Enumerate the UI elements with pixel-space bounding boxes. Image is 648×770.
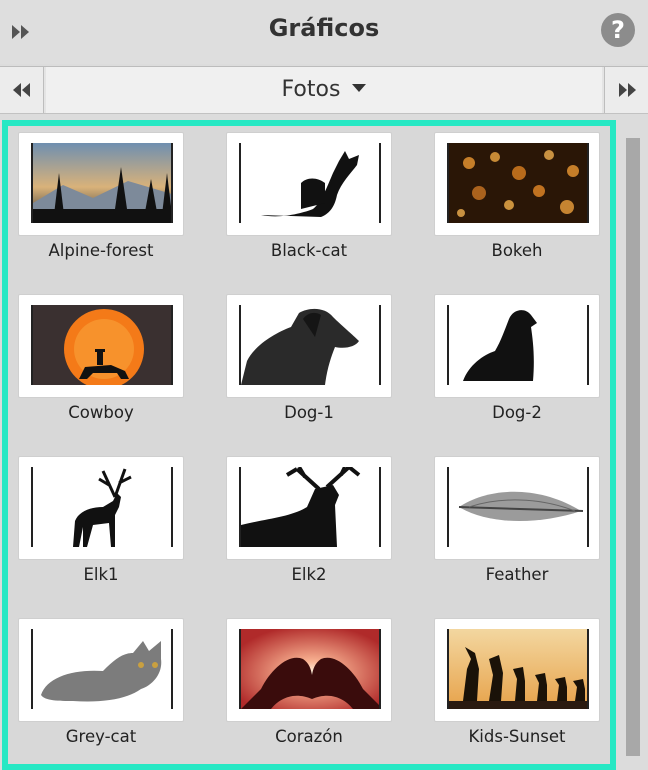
label-kids-sunset: Kids-Sunset: [468, 727, 566, 746]
thumbnail-dog-1[interactable]: [226, 294, 392, 398]
thumbnail-elk1[interactable]: [18, 456, 184, 560]
double-arrow-left-icon: [13, 83, 30, 97]
thumbnail-bokeh[interactable]: [434, 132, 600, 236]
category-nav: Fotos: [0, 66, 648, 114]
cowboy-image: [31, 305, 173, 385]
thumbnail-feather[interactable]: [434, 456, 600, 560]
thumbnail-black-cat[interactable]: [226, 132, 392, 236]
thumbnail-grey-cat[interactable]: [18, 618, 184, 722]
panel-title: Gráficos: [268, 14, 380, 42]
label-dog-1: Dog-1: [284, 403, 334, 422]
thumbnail-cowboy[interactable]: [18, 294, 184, 398]
corazon-image: [239, 629, 381, 709]
help-icon[interactable]: ?: [601, 13, 635, 47]
alpine-forest-image: [31, 143, 173, 223]
scrollbar[interactable]: [626, 138, 640, 756]
next-category-button[interactable]: [604, 67, 648, 113]
elk1-image: [31, 467, 173, 547]
double-arrow-right-icon: [619, 83, 636, 97]
grey-cat-image: [31, 629, 173, 709]
label-dog-2: Dog-2: [492, 403, 542, 422]
label-elk1: Elk1: [83, 565, 119, 584]
thumbnail-elk2[interactable]: [226, 456, 392, 560]
elk2-image: [239, 467, 381, 547]
label-black-cat: Black-cat: [270, 241, 348, 260]
label-bokeh: Bokeh: [491, 241, 543, 260]
thumbnail-corazon[interactable]: [226, 618, 392, 722]
dog-2-image: [447, 305, 589, 385]
panel-header: Gráficos ?: [0, 0, 648, 64]
label-cowboy: Cowboy: [68, 403, 134, 422]
label-alpine-forest: Alpine-forest: [48, 241, 154, 260]
previous-category-button[interactable]: [0, 67, 44, 113]
label-grey-cat: Grey-cat: [65, 727, 137, 746]
category-dropdown[interactable]: Fotos: [46, 67, 602, 113]
thumbnail-alpine-forest[interactable]: [18, 132, 184, 236]
thumbnail-dog-2[interactable]: [434, 294, 600, 398]
black-cat-image: [239, 143, 381, 223]
label-corazon: Corazón: [275, 727, 343, 746]
kids-sunset-image: [447, 629, 589, 709]
label-feather: Feather: [485, 565, 549, 584]
dog-1-image: [239, 305, 381, 385]
category-dropdown-value: Fotos: [281, 77, 341, 102]
feather-image: [447, 467, 589, 547]
label-elk2: Elk2: [291, 565, 327, 584]
thumbnail-kids-sunset[interactable]: [434, 618, 600, 722]
caret-down-icon: [352, 84, 367, 92]
bokeh-image: [447, 143, 589, 223]
